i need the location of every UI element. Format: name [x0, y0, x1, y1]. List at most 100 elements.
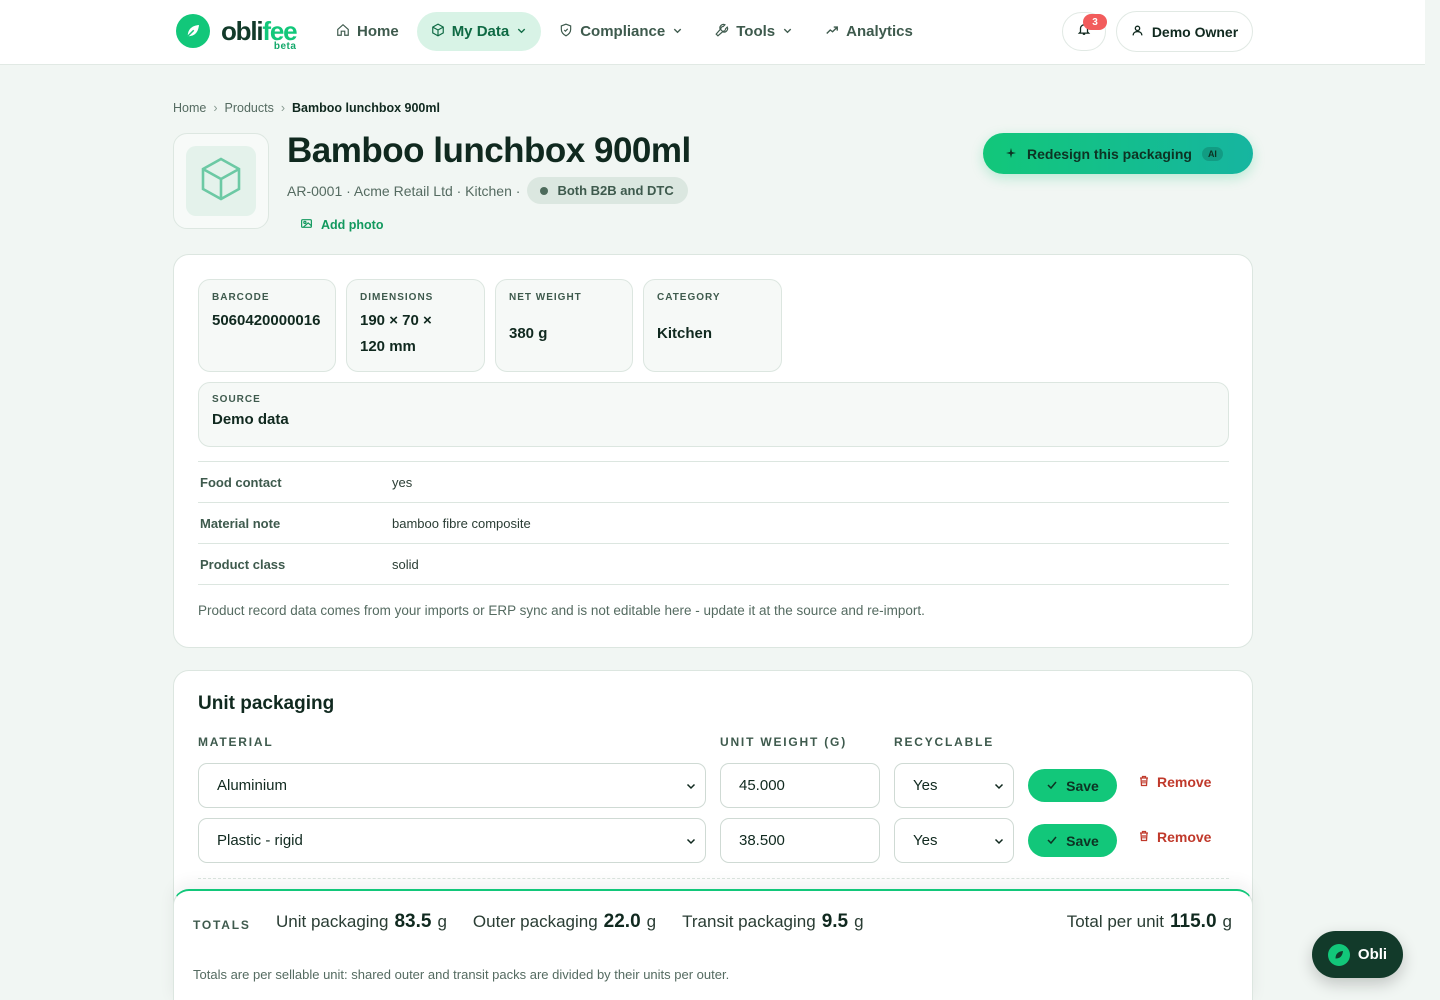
product-details-card: BARCODE 5060420000016 DIMENSIONS 190 × 7… [173, 254, 1253, 648]
attribute-key: Product class [200, 556, 286, 572]
chevron-down-icon [516, 23, 527, 40]
unit-packaging-total: Unit packaging 83.5 g [276, 911, 447, 933]
source-value: Demo data [212, 411, 289, 428]
category-value: Kitchen [657, 325, 713, 342]
check-icon [1046, 778, 1058, 794]
net-weight-label: NET WEIGHT [509, 292, 582, 303]
barcode-label: BARCODE [212, 292, 270, 303]
total-per-unit: Total per unit 115.0 g [1067, 911, 1232, 933]
recyclable-select[interactable]: Yes [894, 818, 1014, 863]
attribute-value: bamboo fibre composite [392, 515, 531, 531]
user-icon [1131, 24, 1144, 40]
cube-icon [431, 22, 445, 41]
packaging-row: Aluminium 45.000 Yes Save Remove [198, 763, 1229, 808]
user-menu-button[interactable]: Demo Owner [1116, 11, 1253, 52]
save-button[interactable]: Save [1028, 769, 1117, 802]
attribute-value: yes [392, 474, 413, 490]
notifications-button[interactable]: 3 [1062, 12, 1107, 51]
recyclable-select-value: Yes [913, 777, 938, 794]
total-label: Transit packaging [682, 912, 816, 931]
total-label: Total per unit [1066, 912, 1165, 931]
table-row: Food contact yes [198, 462, 1229, 503]
nav-analytics-label: Analytics [846, 23, 913, 40]
packaging-row: Plastic - rigid 38.500 Yes Save Remove [198, 818, 1229, 863]
table-row: Material note bamboo fibre composite [198, 503, 1229, 544]
user-name: Demo Owner [1151, 23, 1239, 40]
unit-weight-input[interactable]: 38.500 [720, 818, 880, 863]
transit-packaging-total: Transit packaging 9.5 g [682, 911, 863, 933]
remove-label: Remove [1157, 829, 1212, 845]
image-icon [300, 217, 313, 233]
material-select-value: Aluminium [217, 777, 288, 794]
product-image-placeholder [173, 133, 269, 229]
remove-button[interactable]: Remove [1138, 829, 1211, 845]
breadcrumb-separator: › [280, 101, 286, 115]
chat-label: Obli [1357, 946, 1388, 963]
unit-weight-input[interactable]: 45.000 [720, 763, 880, 808]
breadcrumb-separator: › [213, 101, 218, 115]
dimensions-value: 190 × 70 × 120 mm [360, 312, 432, 355]
nav-tools-label: Tools [736, 23, 776, 40]
totals-note: Totals are per sellable unit: shared out… [193, 967, 730, 982]
chevron-down-icon [685, 779, 697, 796]
notification-count-badge: 3 [1083, 14, 1107, 30]
remove-button[interactable]: Remove [1138, 774, 1211, 790]
beta-tag: beta [273, 41, 297, 52]
check-icon [1046, 833, 1058, 849]
attribute-value: solid [392, 556, 419, 572]
total-unit: g [1222, 912, 1232, 931]
product-meta: AR-0001 · Acme Retail Ltd · Kitchen · Bo… [287, 177, 688, 204]
top-navigation: oblifee beta Home My Data Compliance Too… [0, 0, 1425, 65]
source-stat: SOURCE Demo data [198, 382, 1229, 447]
table-row: Product class solid [198, 544, 1229, 585]
attributes-table: Food contact yes Material note bamboo fi… [198, 461, 1229, 585]
totals-label: TOTALS [193, 918, 251, 932]
obli-chat-button[interactable]: Obli [1312, 931, 1403, 978]
dimensions-stat: DIMENSIONS 190 × 70 × 120 mm [346, 279, 485, 372]
chevron-down-icon [993, 779, 1005, 796]
save-button[interactable]: Save [1028, 824, 1117, 857]
attribute-key: Material note [200, 515, 281, 531]
remove-label: Remove [1157, 774, 1212, 790]
breadcrumb-current: Bamboo lunchbox 900ml [292, 101, 440, 115]
barcode-stat: BARCODE 5060420000016 [198, 279, 336, 372]
material-select[interactable]: Plastic - rigid [198, 818, 706, 863]
add-photo-button[interactable]: Add photo [300, 217, 383, 233]
recyclable-select-value: Yes [913, 832, 938, 849]
total-value: 83.5 [394, 911, 432, 932]
home-icon [336, 23, 350, 41]
divider [198, 878, 1229, 879]
nav-analytics[interactable]: Analytics [811, 12, 927, 51]
dimensions-label: DIMENSIONS [360, 292, 434, 303]
breadcrumb-home[interactable]: Home [173, 101, 206, 115]
status-dot-icon [540, 186, 549, 195]
wrench-icon [715, 23, 729, 41]
nav-compliance[interactable]: Compliance [545, 12, 697, 51]
recyclable-column-header: RECYCLABLE [894, 735, 995, 749]
nav-tools[interactable]: Tools [701, 12, 807, 51]
nav-my-data[interactable]: My Data [416, 12, 542, 51]
leaf-icon [176, 14, 210, 48]
product-meta-text: AR-0001 · Acme Retail Ltd · Kitchen · [287, 182, 521, 199]
redesign-packaging-button[interactable]: Redesign this packaging AI [983, 133, 1253, 174]
breadcrumb-products[interactable]: Products [225, 101, 274, 115]
brand-logo[interactable]: oblifee beta [176, 14, 298, 54]
scrollbar[interactable] [1425, 0, 1440, 1000]
total-unit: g [437, 912, 447, 931]
box-icon [197, 155, 245, 208]
category-label: CATEGORY [657, 292, 721, 303]
total-value: 9.5 [821, 911, 849, 932]
add-photo-label: Add photo [321, 218, 384, 232]
material-select[interactable]: Aluminium [198, 763, 706, 808]
chevron-down-icon [672, 23, 683, 40]
main-nav: Home My Data Compliance Tools Analytics [322, 12, 927, 51]
recyclable-select[interactable]: Yes [894, 763, 1014, 808]
nav-home[interactable]: Home [322, 12, 413, 51]
nav-compliance-label: Compliance [580, 23, 666, 40]
attribute-key: Food contact [200, 474, 282, 490]
outer-packaging-total: Outer packaging 22.0 g [473, 911, 656, 933]
net-weight-value: 380 g [509, 325, 548, 342]
unit-weight-value: 45.000 [739, 777, 785, 794]
total-label: Outer packaging [472, 912, 598, 931]
section-title: Unit packaging [198, 693, 335, 714]
